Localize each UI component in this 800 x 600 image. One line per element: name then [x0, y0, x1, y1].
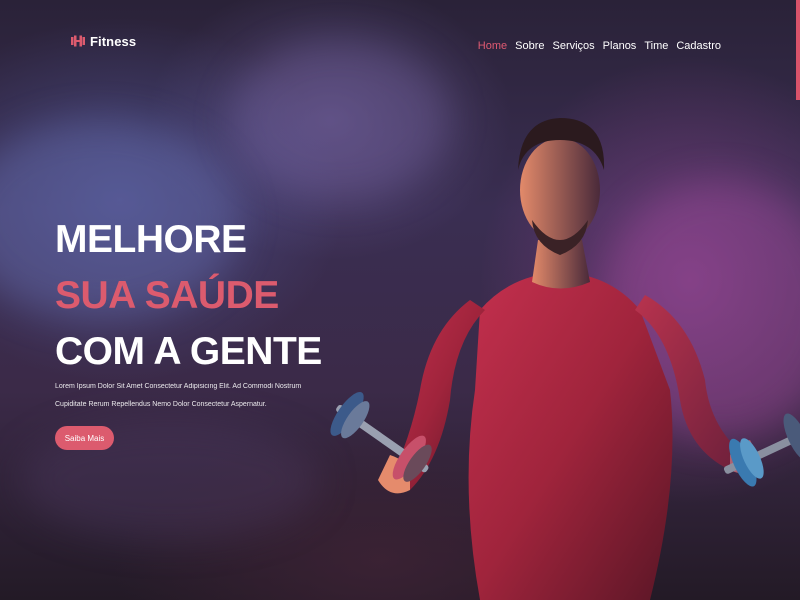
brand-logo[interactable]: Fitness: [70, 33, 136, 49]
nav-home-link[interactable]: Home: [478, 40, 507, 52]
brand-name: Fitness: [90, 33, 137, 49]
hero-headline: MELHORE SUA SAÚDE COM A GENTE: [55, 212, 322, 380]
nav-planos-link[interactable]: Planos: [603, 40, 637, 52]
nav-sobre-link[interactable]: Sobre: [515, 40, 544, 52]
athlete-image: [330, 118, 800, 600]
hero-description: Lorem Ipsum Dolor Sit Amet Consectetur A…: [55, 383, 302, 408]
nav-time-link[interactable]: Time: [644, 40, 668, 52]
dumbbell-icon: [71, 35, 85, 47]
navbar: Fitness Home Sobre Serviços Planos Time …: [0, 0, 800, 86]
headline-line-3: COM A GENTE: [55, 330, 322, 373]
headline-line-1: MELHORE: [55, 218, 247, 261]
saiba-mais-button[interactable]: Saiba Mais: [55, 426, 114, 450]
nav-servicos-link[interactable]: Serviços: [552, 40, 594, 52]
nav-cadastro-link[interactable]: Cadastro: [676, 40, 721, 52]
headline-line-2: SUA SAÚDE: [55, 274, 279, 317]
